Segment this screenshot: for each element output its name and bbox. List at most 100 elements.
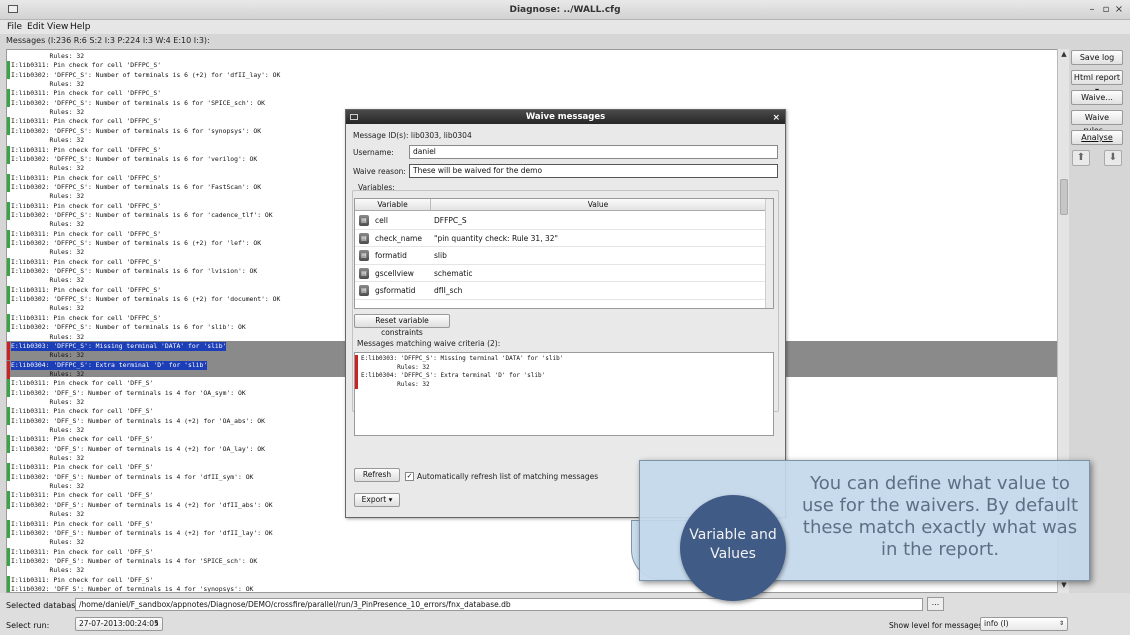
- log-line[interactable]: E:lib0304: 'DFFPC_S': Extra terminal 'D'…: [11, 360, 208, 370]
- log-line[interactable]: I:lib0302: 'DFFPC_S': Number of terminal…: [11, 71, 280, 80]
- matching-messages-list[interactable]: E:lib0303: 'DFFPC_S': Missing terminal '…: [354, 352, 774, 436]
- log-line[interactable]: Rules: 32: [11, 482, 84, 491]
- log-line[interactable]: Rules: 32: [11, 538, 84, 547]
- variable-row[interactable]: ▤ check_name "pin quantity check: Rule 31,…: [355, 230, 765, 247]
- log-line[interactable]: I:lib0311: Pin check for cell 'DFF_S': [11, 435, 153, 444]
- log-line[interactable]: I:lib0302: 'DFFPC_S': Number of terminal…: [11, 127, 261, 136]
- log-line[interactable]: Rules: 32: [11, 220, 84, 229]
- log-line[interactable]: I:lib0311: Pin check for cell 'DFF_S': [11, 520, 153, 529]
- matching-message-line[interactable]: E:lib0303: 'DFFPC_S': Missing terminal '…: [361, 355, 563, 363]
- log-line[interactable]: I:lib0302: 'DFFPC_S': Number of terminal…: [11, 295, 280, 304]
- log-line[interactable]: I:lib0311: Pin check for cell 'DFF_S': [11, 463, 153, 472]
- save-log-button[interactable]: Save log: [1071, 50, 1123, 65]
- variable-row[interactable]: ▤ gscellview schematic: [355, 265, 765, 282]
- log-line[interactable]: Rules: 32: [11, 192, 84, 201]
- trash-icon[interactable]: ▤: [359, 232, 369, 244]
- log-line[interactable]: I:lib0311: Pin check for cell 'DFFPC_S': [11, 117, 161, 126]
- column-header-value[interactable]: Value: [431, 199, 765, 211]
- level-select[interactable]: info (I) ⇕: [980, 617, 1068, 631]
- trash-icon[interactable]: ▤: [359, 250, 369, 261]
- waive-button[interactable]: Waive...: [1071, 90, 1123, 105]
- refresh-button[interactable]: Refresh: [354, 468, 400, 482]
- variable-value[interactable]: "pin quantity check: Rule 31, 32": [434, 234, 558, 243]
- log-line[interactable]: I:lib0311: Pin check for cell 'DFFPC_S': [11, 258, 161, 267]
- log-line[interactable]: I:lib0311: Pin check for cell 'DFF_S': [11, 407, 153, 416]
- log-line[interactable]: I:lib0302: 'DFF_S': Number of terminals …: [11, 501, 273, 510]
- scroll-down-icon[interactable]: ▼: [1059, 581, 1069, 591]
- browse-button[interactable]: ...: [927, 597, 944, 611]
- log-line[interactable]: Rules: 32: [11, 351, 84, 360]
- log-line[interactable]: I:lib0302: 'DFF_S': Number of terminals …: [11, 389, 246, 398]
- log-line[interactable]: I:lib0311: Pin check for cell 'DFF_S': [11, 491, 153, 500]
- menu-edit[interactable]: Edit: [27, 22, 44, 32]
- log-line[interactable]: Rules: 32: [11, 276, 84, 285]
- log-line[interactable]: I:lib0302: 'DFFPC_S': Number of terminal…: [11, 99, 265, 108]
- waive-rules-button[interactable]: Waive rules...: [1071, 110, 1123, 135]
- menu-file[interactable]: File: [7, 22, 22, 32]
- log-line[interactable]: Rules: 32: [11, 80, 84, 89]
- log-line[interactable]: I:lib0302: 'DFFPC_S': Number of terminal…: [11, 183, 261, 192]
- log-line[interactable]: Rules: 32: [11, 248, 84, 257]
- variables-table[interactable]: Variable Value ▤ cell DFFPC_S ▤ check_name "p…: [354, 198, 774, 309]
- menu-help[interactable]: Help: [70, 22, 91, 32]
- log-line[interactable]: I:lib0311: Pin check for cell 'DFF_S': [11, 576, 153, 585]
- log-line[interactable]: I:lib0302: 'DFF_S': Number of terminals …: [11, 585, 253, 592]
- log-line[interactable]: Rules: 32: [11, 136, 84, 145]
- log-line[interactable]: I:lib0302: 'DFFPC_S': Number of terminal…: [11, 323, 246, 332]
- matching-message-line[interactable]: E:lib0304: 'DFFPC_S': Extra terminal 'D'…: [361, 372, 545, 380]
- log-line[interactable]: I:lib0302: 'DFF_S': Number of terminals …: [11, 417, 265, 426]
- log-line[interactable]: Rules: 32: [11, 398, 84, 407]
- log-line[interactable]: I:lib0311: Pin check for cell 'DFFPC_S': [11, 202, 161, 211]
- log-line[interactable]: I:lib0302: 'DFF_S': Number of terminals …: [11, 529, 273, 538]
- trash-icon[interactable]: ▤: [359, 285, 369, 296]
- close-button[interactable]: ×: [1113, 4, 1125, 15]
- scroll-up-icon[interactable]: ▲: [1059, 50, 1069, 60]
- log-line[interactable]: I:lib0302: 'DFF_S': Number of terminals …: [11, 557, 257, 566]
- log-line[interactable]: I:lib0311: Pin check for cell 'DFFPC_S': [11, 174, 161, 183]
- log-line[interactable]: I:lib0302: 'DFFPC_S': Number of terminal…: [11, 239, 261, 248]
- log-line[interactable]: Rules: 32: [11, 510, 84, 519]
- maximize-button[interactable]: ▫: [1100, 4, 1112, 15]
- arrow-up-icon[interactable]: ⬆: [1072, 150, 1090, 166]
- log-line[interactable]: Rules: 32: [11, 370, 84, 379]
- log-line[interactable]: I:lib0302: 'DFF_S': Number of terminals …: [11, 473, 253, 482]
- log-line[interactable]: Rules: 32: [11, 304, 84, 313]
- log-line[interactable]: I:lib0311: Pin check for cell 'DFF_S': [11, 379, 153, 388]
- run-select[interactable]: 27-07-2013:00:24:05 ⇕: [75, 617, 163, 631]
- minimize-button[interactable]: –: [1086, 4, 1098, 15]
- variable-value[interactable]: slib: [434, 251, 447, 260]
- variable-row[interactable]: ▤ gsformatid dfII_sch: [355, 282, 765, 300]
- log-line[interactable]: I:lib0311: Pin check for cell 'DFFPC_S': [11, 89, 161, 98]
- variable-value[interactable]: schematic: [434, 269, 472, 278]
- log-line[interactable]: I:lib0302: 'DFFPC_S': Number of terminal…: [11, 211, 273, 220]
- database-path-field[interactable]: /home/daniel/F_sandbox/appnotes/Diagnose…: [75, 598, 923, 611]
- log-line[interactable]: Rules: 32: [11, 426, 84, 435]
- log-line[interactable]: I:lib0311: Pin check for cell 'DFFPC_S': [11, 146, 161, 155]
- waive-reason-input[interactable]: These will be waived for the demo: [409, 164, 778, 178]
- log-line[interactable]: Rules: 32: [11, 454, 84, 463]
- log-line[interactable]: Rules: 32: [11, 108, 84, 117]
- log-line[interactable]: I:lib0311: Pin check for cell 'DFFPC_S': [11, 230, 161, 239]
- log-line[interactable]: I:lib0311: Pin check for cell 'DFFPC_S': [11, 314, 161, 323]
- log-line[interactable]: Rules: 32: [11, 566, 84, 575]
- arrow-down-icon[interactable]: ⬇: [1104, 150, 1122, 166]
- log-line[interactable]: E:lib0303: 'DFFPC_S': Missing terminal '…: [11, 341, 227, 351]
- scroll-thumb[interactable]: [1060, 179, 1068, 215]
- auto-refresh-checkbox[interactable]: ✓: [405, 472, 414, 481]
- matching-message-line[interactable]: Rules: 32: [361, 381, 430, 389]
- dialog-close-icon[interactable]: ×: [772, 111, 780, 125]
- log-line[interactable]: Rules: 32: [11, 52, 84, 61]
- variables-scrollbar[interactable]: [765, 199, 773, 308]
- matching-message-line[interactable]: Rules: 32: [361, 364, 430, 372]
- log-line[interactable]: I:lib0311: Pin check for cell 'DFFPC_S': [11, 61, 161, 70]
- log-line[interactable]: I:lib0311: Pin check for cell 'DFF_S': [11, 548, 153, 557]
- html-report-button[interactable]: Html report ▾: [1071, 70, 1123, 95]
- log-line[interactable]: Rules: 32: [11, 164, 84, 173]
- variable-value[interactable]: dfII_sch: [434, 286, 462, 295]
- variable-row[interactable]: ▤ formatid slib: [355, 247, 765, 265]
- reset-variable-constraints-button[interactable]: Reset variable constraints: [354, 314, 450, 337]
- log-line[interactable]: I:lib0311: Pin check for cell 'DFFPC_S': [11, 286, 161, 295]
- export-button[interactable]: Export ▾: [354, 493, 400, 507]
- variable-value[interactable]: DFFPC_S: [434, 216, 467, 225]
- trash-icon[interactable]: ▤: [359, 267, 369, 279]
